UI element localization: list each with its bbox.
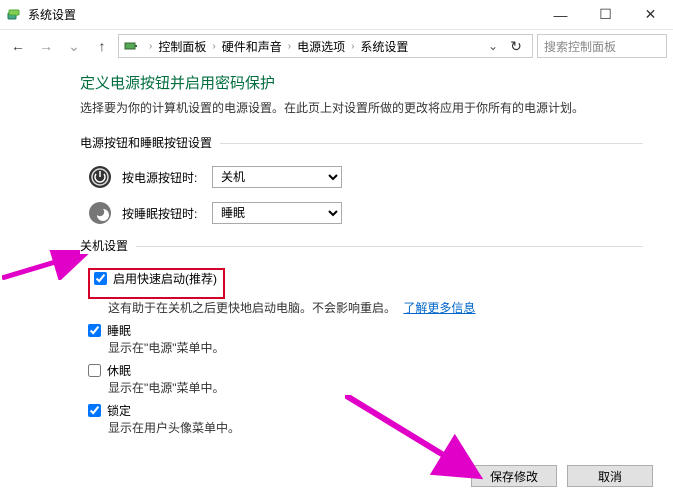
window-title: 系统设置 bbox=[28, 6, 538, 23]
maximize-button[interactable]: ☐ bbox=[583, 0, 628, 30]
breadcrumb-item[interactable]: 硬件和声音 bbox=[222, 38, 282, 55]
sleep-button-select[interactable]: 睡眠 bbox=[212, 202, 342, 224]
sleep-desc: 显示在"电源"菜单中。 bbox=[108, 339, 643, 356]
option-hibernate: 休眠 显示在"电源"菜单中。 bbox=[88, 362, 643, 396]
option-lock: 锁定 显示在用户头像菜单中。 bbox=[88, 402, 643, 436]
navbar: ← → ⌄ ↑ › 控制面板 › 硬件和声音 › 电源选项 › 系统设置 ⌄ ↻… bbox=[0, 30, 673, 62]
breadcrumb-sep: › bbox=[288, 41, 291, 52]
section-header-shutdown: 关机设置 bbox=[80, 237, 643, 254]
save-button[interactable]: 保存修改 bbox=[471, 465, 557, 487]
page-title: 定义电源按钮并启用密码保护 bbox=[80, 72, 643, 93]
lock-label: 锁定 bbox=[107, 402, 131, 419]
content-area: 定义电源按钮并启用密码保护 选择要为你的计算机设置的电源设置。在此页上对设置所做… bbox=[0, 62, 673, 452]
breadcrumb[interactable]: › 控制面板 › 硬件和声音 › 电源选项 › 系统设置 ⌄ ↻ bbox=[118, 34, 533, 58]
close-button[interactable]: ✕ bbox=[628, 0, 673, 30]
breadcrumb-sep: › bbox=[351, 41, 354, 52]
cancel-button[interactable]: 取消 bbox=[567, 465, 653, 487]
fast-startup-label: 启用快速启动(推荐) bbox=[113, 270, 217, 287]
option-fast-startup: 启用快速启动(推荐) bbox=[94, 270, 217, 287]
hibernate-checkbox[interactable] bbox=[88, 364, 101, 377]
option-sleep: 睡眠 显示在"电源"菜单中。 bbox=[88, 322, 643, 356]
forward-button: → bbox=[34, 34, 58, 58]
hibernate-label: 休眠 bbox=[107, 362, 131, 379]
breadcrumb-dropdown-icon[interactable]: ⌄ bbox=[488, 39, 498, 53]
lock-desc: 显示在用户头像菜单中。 bbox=[108, 419, 643, 436]
refresh-button[interactable]: ↻ bbox=[504, 34, 528, 58]
page-description: 选择要为你的计算机设置的电源设置。在此页上对设置所做的更改将应用于你所有的电源计… bbox=[80, 99, 643, 116]
minimize-button[interactable]: — bbox=[538, 0, 583, 30]
fast-startup-desc: 这有助于在关机之后更快地启动电脑。不会影响重启。 bbox=[108, 301, 396, 315]
breadcrumb-item[interactable]: 系统设置 bbox=[360, 38, 408, 55]
breadcrumb-item[interactable]: 电源选项 bbox=[297, 38, 345, 55]
battery-icon bbox=[123, 38, 139, 54]
sleep-label: 睡眠 bbox=[107, 322, 131, 339]
breadcrumb-sep: › bbox=[212, 41, 215, 52]
power-button-label: 按电源按钮时: bbox=[122, 169, 212, 186]
fast-startup-highlight: 启用快速启动(推荐) bbox=[88, 268, 225, 299]
search-input[interactable]: 搜索控制面板 bbox=[537, 34, 667, 58]
sleep-checkbox[interactable] bbox=[88, 324, 101, 337]
power-icon bbox=[88, 165, 112, 189]
sleep-button-label: 按睡眠按钮时: bbox=[122, 205, 212, 222]
breadcrumb-item[interactable]: 控制面板 bbox=[158, 38, 206, 55]
fast-startup-checkbox[interactable] bbox=[94, 272, 107, 285]
breadcrumb-sep: › bbox=[149, 41, 152, 52]
up-button[interactable]: ↑ bbox=[90, 34, 114, 58]
lock-checkbox[interactable] bbox=[88, 404, 101, 417]
option-fast-startup-desc-row: 这有助于在关机之后更快地启动电脑。不会影响重启。 了解更多信息 bbox=[88, 299, 643, 316]
sleep-button-row: 按睡眠按钮时: 睡眠 bbox=[88, 201, 643, 225]
chevron-down-icon[interactable]: ⌄ bbox=[62, 34, 86, 58]
titlebar: 系统设置 — ☐ ✕ bbox=[0, 0, 673, 30]
shutdown-options: 启用快速启动(推荐) 这有助于在关机之后更快地启动电脑。不会影响重启。 了解更多… bbox=[88, 268, 643, 436]
hibernate-desc: 显示在"电源"菜单中。 bbox=[108, 379, 643, 396]
power-button-select[interactable]: 关机 bbox=[212, 166, 342, 188]
search-placeholder: 搜索控制面板 bbox=[544, 38, 616, 55]
section-header-buttons: 电源按钮和睡眠按钮设置 bbox=[80, 134, 643, 151]
learn-more-link[interactable]: 了解更多信息 bbox=[403, 301, 475, 315]
power-button-row: 按电源按钮时: 关机 bbox=[88, 165, 643, 189]
dialog-footer: 保存修改 取消 bbox=[471, 465, 653, 487]
back-button[interactable]: ← bbox=[6, 34, 30, 58]
sleep-icon bbox=[88, 201, 112, 225]
app-icon bbox=[6, 7, 22, 23]
